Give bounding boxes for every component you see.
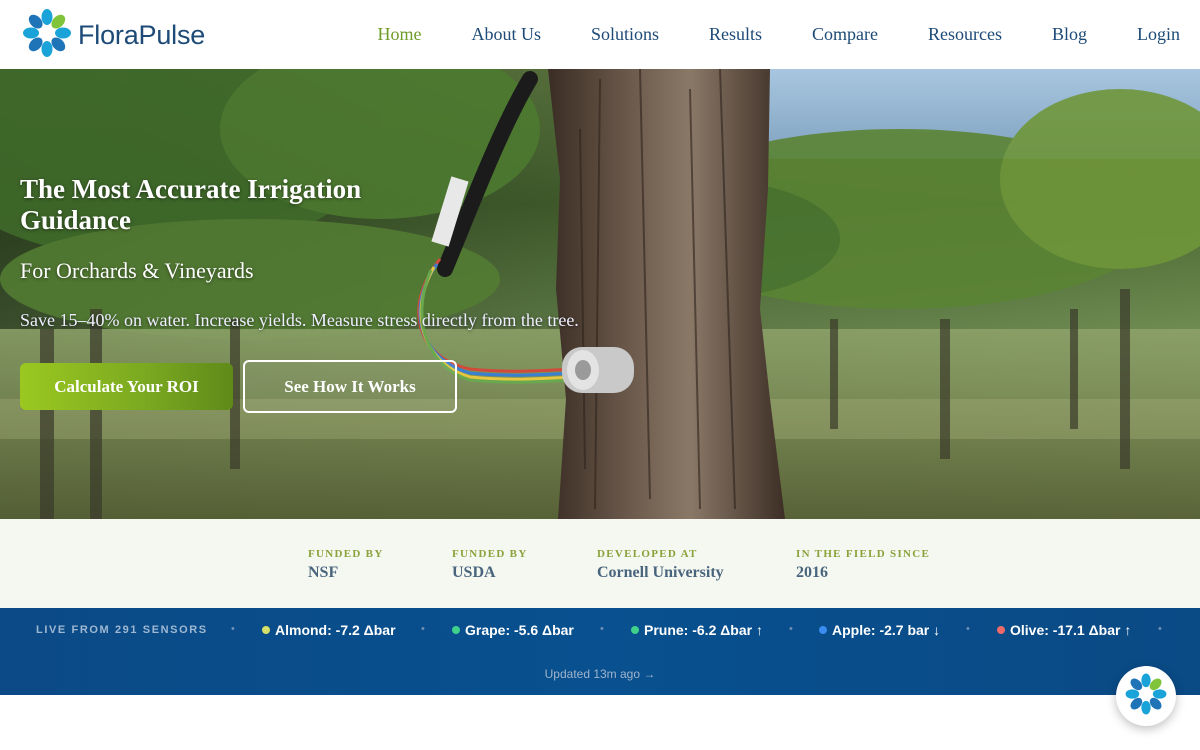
ticker-separator: • — [421, 623, 425, 635]
funders-strip: FUNDED BY NSF FUNDED BY USDA DEVELOPED A… — [0, 519, 1200, 608]
ticker-item-apple: Apple: -2.7 bar ↓ — [819, 622, 940, 638]
nav-compare[interactable]: Compare — [812, 24, 878, 45]
funder-nsf: FUNDED BY NSF — [308, 548, 384, 582]
hero-section: The Most Accurate Irrigation Guidance Fo… — [0, 69, 1200, 519]
funder-label: IN THE FIELD SINCE — [796, 548, 931, 560]
ticker-item-prune: Prune: -6.2 Δbar ↑ — [631, 622, 763, 638]
ticker-item-grape: Grape: -5.6 Δbar — [452, 622, 574, 638]
updated-link[interactable]: Updated 13m ago → — [0, 667, 1200, 681]
nav-login[interactable]: Login — [1137, 24, 1180, 45]
live-sensors-label: LIVE FROM 291 SENSORS — [36, 624, 208, 636]
nav-links: Home About Us Solutions Results Compare … — [327, 0, 1180, 69]
funder-value: 2016 — [796, 564, 828, 581]
ticker-separator: • — [1158, 623, 1162, 635]
hero-title: The Most Accurate Irrigation Guidance — [20, 174, 362, 235]
funder-value: USDA — [452, 564, 496, 581]
in-field-since: IN THE FIELD SINCE 2016 — [796, 548, 930, 582]
hero-copy: The Most Accurate Irrigation Guidance Fo… — [20, 174, 579, 331]
ticker-item-text: Grape: -5.6 Δbar — [465, 622, 574, 638]
status-dot — [819, 626, 827, 634]
ticker-separator: • — [231, 623, 235, 635]
ticker-item-text: Apple: -2.7 bar ↓ — [832, 622, 941, 638]
funder-usda: FUNDED BY USDA — [452, 548, 528, 582]
hero-subtitle: For Orchards & Vineyards — [20, 258, 254, 283]
status-dot — [997, 626, 1005, 634]
live-sensor-ticker: LIVE FROM 291 SENSORS • Almond: -7.2 Δba… — [0, 608, 1200, 695]
nav-results[interactable]: Results — [709, 24, 762, 45]
funder-value: Cornell University — [597, 564, 724, 581]
ticker-item-text: Almond: -7.2 Δbar — [275, 622, 396, 638]
funder-value: NSF — [308, 564, 339, 581]
flower-logo-icon — [20, 6, 74, 65]
ticker-item-text: Olive: -17.1 Δbar ↑ — [1010, 622, 1132, 638]
nav-home[interactable]: Home — [377, 24, 421, 45]
nav-solutions[interactable]: Solutions — [591, 24, 659, 45]
developed-at-cornell: DEVELOPED AT Cornell University — [597, 548, 724, 582]
ticker-separator: • — [966, 623, 970, 635]
nav-resources[interactable]: Resources — [928, 24, 1002, 45]
funder-label: FUNDED BY — [452, 548, 528, 560]
ticker-item-olive: Olive: -17.1 Δbar ↑ — [997, 622, 1131, 638]
status-dot — [631, 626, 639, 634]
top-navbar: FloraPulse Home About Us Solutions Resul… — [0, 0, 1200, 69]
ticker-row: LIVE FROM 291 SENSORS • Almond: -7.2 Δba… — [0, 622, 1200, 640]
funder-label: FUNDED BY — [308, 548, 384, 560]
nav-about-us[interactable]: About Us — [471, 24, 541, 45]
ticker-separator: • — [600, 623, 604, 635]
brand-name: FloraPulse — [78, 19, 206, 50]
flower-logo-icon — [1123, 671, 1169, 722]
ticker-item-text: Prune: -6.2 Δbar ↑ — [644, 622, 763, 638]
funder-label: DEVELOPED AT — [597, 548, 698, 560]
calculate-roi-button[interactable]: Calculate Your ROI — [20, 363, 233, 410]
status-dot — [262, 626, 270, 634]
ticker-item-almond: Almond: -7.2 Δbar — [262, 622, 396, 638]
nav-blog[interactable]: Blog — [1052, 24, 1087, 45]
see-how-it-works-button[interactable]: See How It Works — [243, 360, 457, 413]
brand-logo-link[interactable]: FloraPulse — [20, 8, 205, 62]
hero-tagline: Save 15–40% on water. Increase yields. M… — [20, 310, 579, 330]
ticker-separator: • — [789, 623, 793, 635]
chat-widget-button[interactable] — [1116, 666, 1176, 726]
status-dot — [452, 626, 460, 634]
